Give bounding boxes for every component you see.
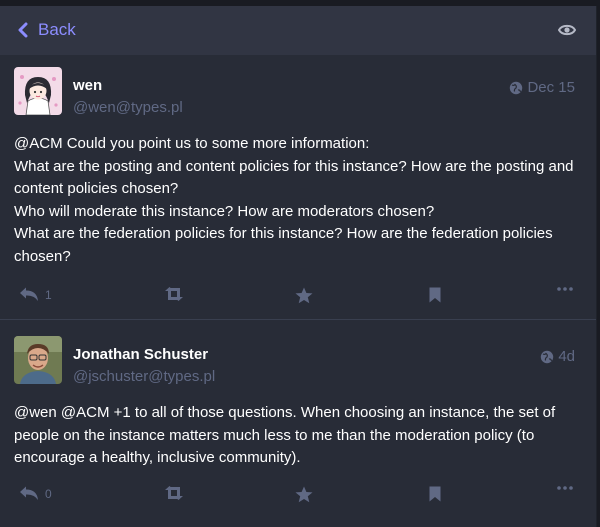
avatar[interactable]: [14, 336, 62, 384]
avatar[interactable]: [14, 67, 62, 115]
reply-icon: [20, 486, 38, 500]
column-header: Back: [0, 6, 596, 55]
column: Back wen @wen@types.pl Dec 15 @ACM Could…: [0, 6, 597, 527]
content-paragraph: Who will moderate this instance? How are…: [14, 202, 435, 220]
status-content: @wen @ACM +1 to all of those questions. …: [14, 402, 584, 470]
star-icon: [295, 287, 313, 304]
bookmark-icon: [429, 287, 441, 303]
boost-button[interactable]: [164, 287, 184, 301]
display-name[interactable]: Jonathan Schuster: [73, 346, 208, 363]
eye-icon[interactable]: [557, 23, 577, 42]
content-paragraph: @wen @ACM +1 to all of those questions. …: [14, 404, 556, 466]
status-content: @ACM Could you point us to some more inf…: [14, 133, 584, 268]
back-button[interactable]: Back: [18, 20, 76, 40]
boost-button[interactable]: [164, 486, 184, 500]
timestamp-text: 4d: [558, 348, 575, 365]
more-button[interactable]: [557, 287, 573, 291]
account-handle[interactable]: @jschuster@types.pl: [73, 368, 215, 385]
status-action-bar: 0: [0, 486, 596, 506]
more-icon: [557, 486, 573, 490]
star-icon: [295, 486, 313, 503]
reply-icon: [20, 287, 38, 301]
bookmark-icon: [429, 486, 441, 502]
more-icon: [557, 287, 573, 291]
status-item[interactable]: Jonathan Schuster @jschuster@types.pl 4d…: [0, 321, 596, 527]
reply-button[interactable]: 1: [19, 287, 52, 302]
chevron-left-icon: [18, 22, 28, 38]
content-paragraph: What are the federation policies for thi…: [14, 225, 553, 265]
status-timestamp[interactable]: 4d: [540, 348, 575, 365]
timestamp-text: Dec 15: [527, 79, 575, 96]
reply-count: 1: [45, 287, 52, 302]
content-paragraph: What are the posting and content policie…: [14, 157, 574, 198]
back-label: Back: [38, 20, 76, 39]
reply-count: 0: [45, 486, 52, 501]
more-button[interactable]: [557, 486, 573, 490]
bookmark-button[interactable]: [429, 486, 441, 502]
content-paragraph: @ACM Could you point us to some more inf…: [14, 135, 370, 152]
favourite-button[interactable]: [295, 287, 313, 304]
reply-button[interactable]: 0: [19, 486, 52, 501]
globe-icon: [510, 81, 523, 94]
bookmark-button[interactable]: [429, 287, 441, 303]
boost-icon: [165, 287, 183, 301]
account-handle[interactable]: @wen@types.pl: [73, 99, 183, 116]
display-name[interactable]: wen: [73, 77, 102, 94]
status-timestamp[interactable]: Dec 15: [509, 79, 575, 96]
status-action-bar: 1: [0, 287, 596, 307]
status-item[interactable]: wen @wen@types.pl Dec 15 @ACM Could you …: [0, 55, 596, 320]
favourite-button[interactable]: [295, 486, 313, 503]
globe-icon: [541, 350, 554, 363]
boost-icon: [165, 486, 183, 500]
